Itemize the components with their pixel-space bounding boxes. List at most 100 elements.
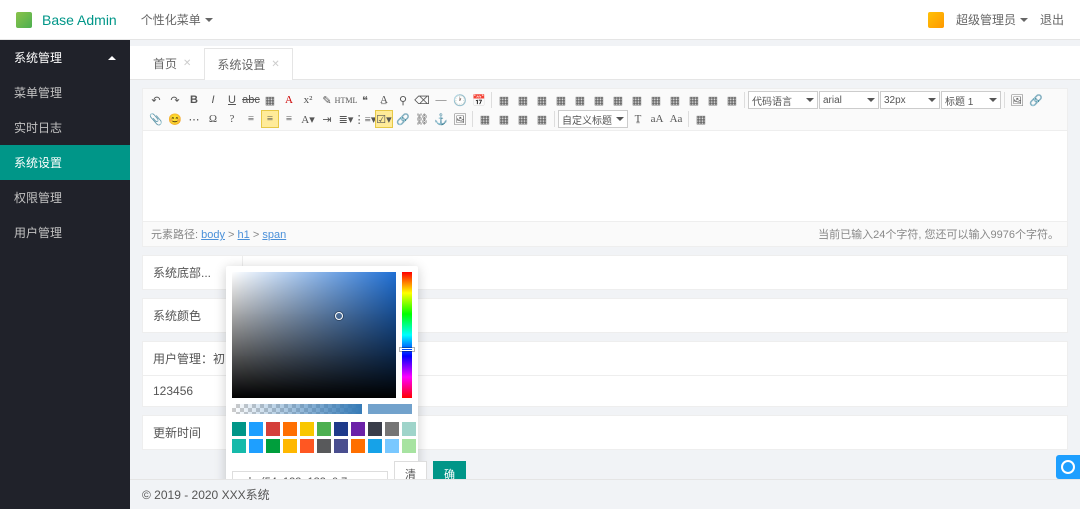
alpha-slider[interactable] bbox=[232, 404, 362, 414]
swatch[interactable] bbox=[385, 439, 399, 453]
tbl8-icon[interactable]: ▦ bbox=[628, 91, 646, 109]
hr-icon[interactable]: — bbox=[432, 91, 450, 109]
ol-icon[interactable]: ≣▾ bbox=[337, 110, 355, 128]
swatch[interactable] bbox=[317, 422, 331, 436]
swatch[interactable] bbox=[300, 439, 314, 453]
style2-icon[interactable]: aA bbox=[648, 110, 666, 128]
swatch[interactable] bbox=[368, 422, 382, 436]
tbl3-icon[interactable]: ▦ bbox=[533, 91, 551, 109]
strike-icon[interactable]: abc bbox=[242, 91, 260, 109]
close-icon[interactable]: ✕ bbox=[271, 59, 279, 70]
help-icon[interactable]: ? bbox=[223, 110, 241, 128]
tbl9-icon[interactable]: ▦ bbox=[647, 91, 665, 109]
tbl2-icon[interactable]: ▦ bbox=[514, 91, 532, 109]
grid4-icon[interactable]: ▦ bbox=[533, 110, 551, 128]
date-icon[interactable]: 📅 bbox=[470, 91, 488, 109]
swatch[interactable] bbox=[249, 439, 263, 453]
color-value-input[interactable] bbox=[232, 471, 388, 479]
path-span[interactable]: span bbox=[262, 229, 286, 241]
clear-button[interactable]: 清空 bbox=[394, 461, 427, 479]
swatch[interactable] bbox=[266, 439, 280, 453]
close-icon[interactable]: ✕ bbox=[183, 58, 191, 69]
grid3-icon[interactable]: ▦ bbox=[514, 110, 532, 128]
swatch[interactable] bbox=[317, 439, 331, 453]
swatch[interactable] bbox=[249, 422, 263, 436]
anchor-icon[interactable]: ⚲ bbox=[394, 91, 412, 109]
sidebar-item-permission[interactable]: 权限管理 bbox=[0, 180, 130, 215]
float-help-button[interactable] bbox=[1056, 455, 1080, 479]
tbl11-icon[interactable]: ▦ bbox=[685, 91, 703, 109]
tbl12-icon[interactable]: ▦ bbox=[704, 91, 722, 109]
saturation-panel[interactable] bbox=[232, 272, 396, 398]
sup-icon[interactable]: x² bbox=[299, 91, 317, 109]
grid1-icon[interactable]: ▦ bbox=[476, 110, 494, 128]
swatch[interactable] bbox=[232, 439, 246, 453]
style3-icon[interactable]: Aa bbox=[667, 110, 685, 128]
tbl7-icon[interactable]: ▦ bbox=[609, 91, 627, 109]
select-font[interactable]: arial bbox=[819, 91, 879, 109]
fontcolor2-icon[interactable]: A▾ bbox=[299, 110, 317, 128]
omega-icon[interactable]: Ω bbox=[204, 110, 222, 128]
anchor2-icon[interactable]: ⚓ bbox=[432, 110, 450, 128]
fontcolor-icon[interactable]: A bbox=[280, 91, 298, 109]
img2-icon[interactable]: 🖼 bbox=[451, 110, 469, 128]
undo-icon[interactable]: ↶ bbox=[147, 91, 165, 109]
select-size[interactable]: 32px bbox=[880, 91, 940, 109]
fontcase-icon[interactable]: A̲ bbox=[375, 91, 393, 109]
swatch[interactable] bbox=[300, 422, 314, 436]
emoji-icon[interactable]: 😊 bbox=[166, 110, 184, 128]
indent-icon[interactable]: ⇥ bbox=[318, 110, 336, 128]
italic-icon[interactable]: I bbox=[204, 91, 222, 109]
cal-icon[interactable]: ▦ bbox=[692, 110, 710, 128]
underline-icon[interactable]: U bbox=[223, 91, 241, 109]
border-icon[interactable]: ▦ bbox=[261, 91, 279, 109]
eraser-icon[interactable]: ✎ bbox=[318, 91, 336, 109]
path-body[interactable]: body bbox=[201, 229, 225, 241]
task-icon[interactable]: ☑▾ bbox=[375, 110, 393, 128]
swatch[interactable] bbox=[402, 439, 416, 453]
sidebar-item-user-manage[interactable]: 用户管理 bbox=[0, 215, 130, 250]
more-icon[interactable]: ⋯ bbox=[185, 110, 203, 128]
avatar[interactable] bbox=[928, 12, 944, 28]
swatch[interactable] bbox=[351, 422, 365, 436]
clear-icon[interactable]: ⌫ bbox=[413, 91, 431, 109]
style1-icon[interactable]: Ṯ bbox=[629, 110, 647, 128]
link-icon[interactable]: 🔗 bbox=[1027, 91, 1045, 109]
image-icon[interactable]: 🖼 bbox=[1008, 91, 1026, 109]
align-center-icon[interactable]: ≡ bbox=[261, 110, 279, 128]
tbl1-icon[interactable]: ▦ bbox=[495, 91, 513, 109]
hue-cursor[interactable] bbox=[400, 348, 414, 351]
sidebar-item-realtime-log[interactable]: 实时日志 bbox=[0, 110, 130, 145]
tab-system-settings[interactable]: 系统设置 ✕ bbox=[204, 48, 292, 80]
align-right-icon[interactable]: ≡ bbox=[280, 110, 298, 128]
html-icon[interactable]: HTML bbox=[337, 91, 355, 109]
sidebar-item-menu-manage[interactable]: 菜单管理 bbox=[0, 75, 130, 110]
swatch[interactable] bbox=[232, 422, 246, 436]
path-h1[interactable]: h1 bbox=[238, 229, 250, 241]
sv-cursor[interactable] bbox=[335, 312, 343, 320]
editor-content[interactable] bbox=[143, 131, 1067, 221]
logout-link[interactable]: 退出 bbox=[1040, 11, 1064, 28]
tab-home[interactable]: 首页 ✕ bbox=[140, 47, 204, 79]
swatch[interactable] bbox=[334, 439, 348, 453]
swatch[interactable] bbox=[283, 422, 297, 436]
swatch[interactable] bbox=[334, 422, 348, 436]
time-icon[interactable]: 🕐 bbox=[451, 91, 469, 109]
attach-icon[interactable]: 📎 bbox=[147, 110, 165, 128]
swatch[interactable] bbox=[266, 422, 280, 436]
select-heading[interactable]: 标题 1 bbox=[941, 91, 1001, 109]
top-menu-personalize[interactable]: 个性化菜单 bbox=[141, 11, 213, 28]
tbl5-icon[interactable]: ▦ bbox=[571, 91, 589, 109]
sidebar-item-system-settings[interactable]: 系统设置 bbox=[0, 145, 130, 180]
sidebar-item-system-manage[interactable]: 系统管理 bbox=[0, 40, 130, 75]
swatch[interactable] bbox=[385, 422, 399, 436]
swatch[interactable] bbox=[283, 439, 297, 453]
tbl13-icon[interactable]: ▦ bbox=[723, 91, 741, 109]
ul-icon[interactable]: ⋮≡▾ bbox=[356, 110, 374, 128]
select-paragraph[interactable]: 自定义标题 bbox=[558, 110, 628, 128]
align-left-icon[interactable]: ≡ bbox=[242, 110, 260, 128]
swatch[interactable] bbox=[351, 439, 365, 453]
link2-icon[interactable]: 🔗 bbox=[394, 110, 412, 128]
swatch[interactable] bbox=[368, 439, 382, 453]
grid2-icon[interactable]: ▦ bbox=[495, 110, 513, 128]
